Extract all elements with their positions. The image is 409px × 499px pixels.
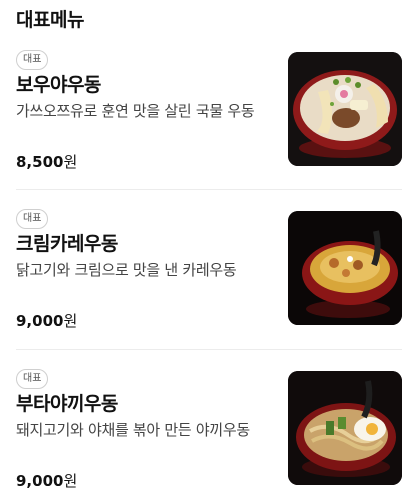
menu-item-price: 9,000원 (16, 470, 77, 491)
menu-item-name: 보우야우동 (16, 74, 101, 96)
menu-item[interactable]: 대표 보우야우동 가쓰오쯔유로 훈연 맛을 살린 국물 우동 8,500원 (16, 40, 402, 190)
signature-badge: 대표 (16, 209, 49, 229)
menu-item-price: 9,000원 (16, 310, 77, 331)
menu-item-image[interactable] (288, 211, 402, 325)
signature-badge: 대표 (16, 369, 49, 389)
menu-item-image[interactable] (288, 371, 402, 485)
menu-item-price: 8,500원 (16, 151, 77, 172)
menu-item-description: 닭고기와 크림으로 맛을 낸 카레우동 (16, 261, 237, 279)
section-title: 대표메뉴 (16, 9, 84, 31)
menu-item-name: 부타야끼우동 (16, 393, 118, 415)
price-value: 9,000 (16, 312, 64, 330)
bowl-curry-udon-photo-icon (288, 211, 402, 325)
signature-menu-page: 대표메뉴 대표 보우야우동 가쓰오쯔유로 훈연 맛을 살린 국물 우동 8,50… (0, 0, 409, 499)
bowl-yaki-udon-photo-icon (288, 371, 402, 485)
menu-item[interactable]: 대표 크림카레우동 닭고기와 크림으로 맛을 낸 카레우동 9,000원 (16, 199, 402, 349)
menu-item-image[interactable] (288, 52, 402, 166)
price-value: 8,500 (16, 153, 64, 171)
price-currency: 원 (63, 312, 78, 330)
signature-badge: 대표 (16, 50, 49, 70)
price-currency: 원 (63, 472, 78, 490)
menu-item[interactable]: 대표 부타야끼우동 돼지고기와 야채를 볶아 만든 야끼우동 9,000원 (16, 359, 402, 499)
price-currency: 원 (63, 153, 78, 171)
menu-item-description: 돼지고기와 야채를 볶아 만든 야끼우동 (16, 421, 250, 439)
menu-item-description: 가쓰오쯔유로 훈연 맛을 살린 국물 우동 (16, 102, 255, 120)
price-value: 9,000 (16, 472, 64, 490)
menu-item-name: 크림카레우동 (16, 233, 118, 255)
bowl-udon-photo-icon (288, 52, 402, 166)
divider (16, 349, 402, 350)
divider (16, 189, 402, 190)
